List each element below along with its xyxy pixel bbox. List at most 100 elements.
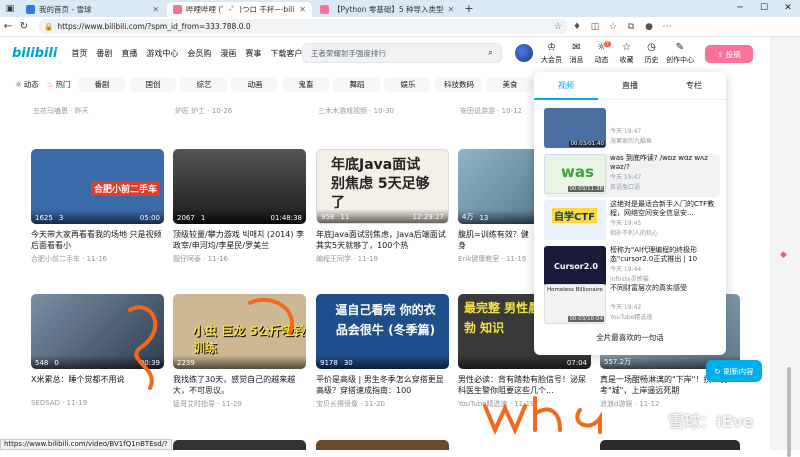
bulb-icon: ✎ bbox=[675, 42, 685, 53]
nav-esports[interactable]: 赛事 bbox=[245, 48, 261, 59]
channel-dynamic[interactable]: ☼ 动态 bbox=[15, 79, 39, 90]
close-icon[interactable]: ✕ bbox=[152, 5, 159, 14]
nav-anime[interactable]: 番剧 bbox=[96, 48, 112, 59]
panel-item-title bbox=[610, 108, 652, 126]
panel-item-time: 今天 19:42 bbox=[610, 304, 642, 311]
refresh-label: 刷新内容 bbox=[723, 366, 754, 376]
channel-chip[interactable]: 娱乐 bbox=[384, 76, 432, 92]
page-scrollbar[interactable] bbox=[770, 37, 800, 457]
bookmark-star-icon[interactable]: ☆ bbox=[554, 22, 562, 32]
window-menu-icon[interactable]: ▣ bbox=[0, 0, 20, 17]
channel-chip[interactable]: 舞蹈 bbox=[333, 76, 381, 92]
nav-game-center[interactable]: 游戏中心 bbox=[146, 48, 178, 59]
nav-manga[interactable]: 漫画 bbox=[220, 48, 236, 59]
tab-title: 哔哩哔哩 (゜-゜)つロ 干杯~-bili bbox=[186, 5, 295, 14]
panel-item-info: 不同财富层次的真实感受 今天 19:42 YouTube精选速 bbox=[610, 284, 687, 327]
maximize-icon[interactable]: ☐ bbox=[752, 0, 776, 17]
panel-item-title: was 到底咋读? /wɒz wɑz wʌz wəz/? bbox=[610, 154, 708, 171]
panel-item-time: 今天 19:44 bbox=[610, 266, 642, 273]
refresh-icon: ↻ bbox=[714, 366, 721, 376]
search-icon[interactable]: ⌕ bbox=[488, 48, 493, 58]
tab-favicon bbox=[26, 5, 35, 14]
nav-home[interactable]: 首页 bbox=[71, 48, 87, 59]
channel-hot-label: 热门 bbox=[55, 79, 71, 89]
refresh-content-button[interactable]: ↻ 刷新内容 bbox=[706, 360, 762, 382]
history-button[interactable]: ◷ 历史 bbox=[640, 42, 663, 65]
new-tab-button[interactable]: + bbox=[461, 2, 477, 17]
browser-tab-2[interactable]: 【Python 零基础】5 种导入类型 ✕ bbox=[314, 2, 459, 17]
notification-badge: 7 bbox=[603, 41, 611, 47]
nav-mall[interactable]: 会员购 bbox=[187, 48, 211, 59]
tab-video[interactable]: 视频 bbox=[534, 72, 598, 100]
channel-chip[interactable]: 科技数码 bbox=[435, 76, 483, 92]
tab-title: 【Python 零基础】5 种导入类型 bbox=[333, 5, 444, 14]
close-icon[interactable]: ✕ bbox=[448, 5, 455, 14]
close-window-icon[interactable]: ✕ bbox=[776, 0, 800, 17]
close-icon[interactable]: ✕ bbox=[299, 5, 306, 14]
star-icon: ☆ bbox=[622, 42, 631, 53]
channel-chip[interactable]: 国创 bbox=[129, 76, 177, 92]
channel-chip[interactable]: 动画 bbox=[231, 76, 279, 92]
browser-tab-1[interactable]: 哔哩哔哩 (゜-゜)つロ 干杯~-bili ✕ bbox=[167, 2, 312, 17]
channel-chip[interactable]: 鬼畜 bbox=[282, 76, 330, 92]
favorites-button[interactable]: ☆ 收藏 bbox=[615, 42, 638, 65]
profile-icon[interactable]: ● bbox=[640, 22, 658, 32]
panel-video-item[interactable]: 00:03/01:40 今天 19:47 海果家的九酷鱼 bbox=[544, 108, 720, 151]
fire-icon: ♨ bbox=[46, 79, 54, 89]
creator-center-button[interactable]: ✎ 创作中心 bbox=[665, 42, 695, 65]
progress-label: 00:03/10:04 bbox=[568, 316, 604, 322]
vip-button[interactable]: ♔ 大会员 bbox=[540, 42, 563, 65]
location-pin-icon[interactable]: ◆ bbox=[780, 250, 787, 260]
panel-video-item[interactable]: Cursor2.0 榜称为"AI代理编程的终极形态"cursor2.0正式推出 … bbox=[544, 246, 720, 289]
panel-tabs: 视频 直播 专栏 bbox=[534, 72, 726, 100]
panel-item-title: 这绝对是最适合新手入门的CTF教程，网络空间安全信息安... bbox=[610, 200, 715, 217]
wind-icon: ☼ bbox=[15, 79, 22, 89]
favorites-icon[interactable]: ☆ bbox=[604, 22, 622, 32]
refresh-icon[interactable]: ↻ bbox=[16, 21, 32, 32]
bilibili-logo[interactable]: bilibili bbox=[12, 46, 57, 61]
panel-item-time: 今天 19:45 bbox=[610, 220, 642, 227]
avatar[interactable] bbox=[515, 44, 533, 62]
tab-live[interactable]: 直播 bbox=[598, 72, 662, 100]
thumbnail-caption: 自学CTF bbox=[552, 208, 597, 223]
more-icon[interactable]: ⋯ bbox=[658, 22, 676, 32]
channel-hot[interactable]: ♨ 热门 bbox=[47, 79, 71, 90]
watermark: 雪球：iEve bbox=[668, 412, 754, 431]
search-input[interactable]: 王者荣耀射手强度排行 ⌕ bbox=[302, 43, 502, 63]
url-input[interactable]: 🔒 https://www.bilibili.com/?spm_id_from=… bbox=[38, 19, 568, 34]
tab-article[interactable]: 专栏 bbox=[662, 72, 726, 100]
upload-button[interactable]: ⇪ 投稿 bbox=[705, 45, 753, 63]
channel-chip[interactable]: 美食 bbox=[486, 76, 534, 92]
panel-item-title: 不同财富层次的真实感受 bbox=[610, 284, 687, 292]
panel-thumbnail: 自学CTF bbox=[544, 200, 606, 240]
panel-thumbnail: 00:03/01:40 bbox=[544, 108, 606, 148]
upload-icon: ⇪ bbox=[717, 49, 724, 59]
panel-video-item[interactable]: 自学CTF 这绝对是最适合新手入门的CTF教程，网络空间安全信息安... 今天 1… bbox=[544, 200, 720, 243]
dynamic-button[interactable]: 7 ☼ 动态 bbox=[590, 41, 613, 65]
panel-item-title: 榜称为"AI代理编程的终极形态"cursor2.0正式推出 | 10 bbox=[610, 246, 698, 263]
nav-live[interactable]: 直播 bbox=[121, 48, 137, 59]
panel-item-info: 榜称为"AI代理编程的终极形态"cursor2.0正式推出 | 10 今天 19:… bbox=[610, 246, 720, 289]
thumbnail-caption: was bbox=[561, 163, 594, 181]
panel-bottom-text[interactable]: 全片最喜欢的一句话 bbox=[534, 332, 726, 343]
collections-icon[interactable]: ⧉ bbox=[622, 22, 640, 32]
split-screen-icon[interactable]: ◫ bbox=[586, 22, 604, 32]
search-placeholder: 王者荣耀射手强度排行 bbox=[311, 48, 386, 58]
panel-video-item[interactable]: was 00:03/11:38 was 到底咋读? /wɒz wɑz wʌz wə… bbox=[544, 154, 720, 197]
channel-chip[interactable]: 综艺 bbox=[180, 76, 228, 92]
message-label: 消息 bbox=[569, 56, 584, 64]
scrollbar-thumb[interactable] bbox=[787, 367, 791, 457]
main-nav: 首页 番剧 直播 游戏中心 会员购 漫画 赛事 下载客户端 bbox=[71, 48, 310, 59]
minimize-icon[interactable]: ─ bbox=[728, 0, 752, 17]
extension-icon[interactable]: ♦ bbox=[568, 22, 586, 32]
status-bar-url: https://www.bilibili.com/video/BV1fQ1nBT… bbox=[0, 439, 172, 450]
tab-title: 我的首页 - 雪球 bbox=[39, 5, 92, 14]
message-button[interactable]: ✉ 消息 bbox=[565, 42, 588, 65]
channel-chip[interactable]: 番剧 bbox=[78, 76, 126, 92]
panel-video-item[interactable]: Homeless Billionaire 00:03/10:04 不同财富层次的真… bbox=[544, 284, 720, 327]
back-icon[interactable]: ← bbox=[0, 21, 16, 32]
browser-tab-0[interactable]: 我的首页 - 雪球 ✕ bbox=[20, 2, 165, 17]
panel-item-author: 海果家的九酷鱼 bbox=[610, 138, 653, 145]
crown-icon: ♔ bbox=[547, 42, 556, 53]
tab-favicon bbox=[320, 5, 329, 14]
